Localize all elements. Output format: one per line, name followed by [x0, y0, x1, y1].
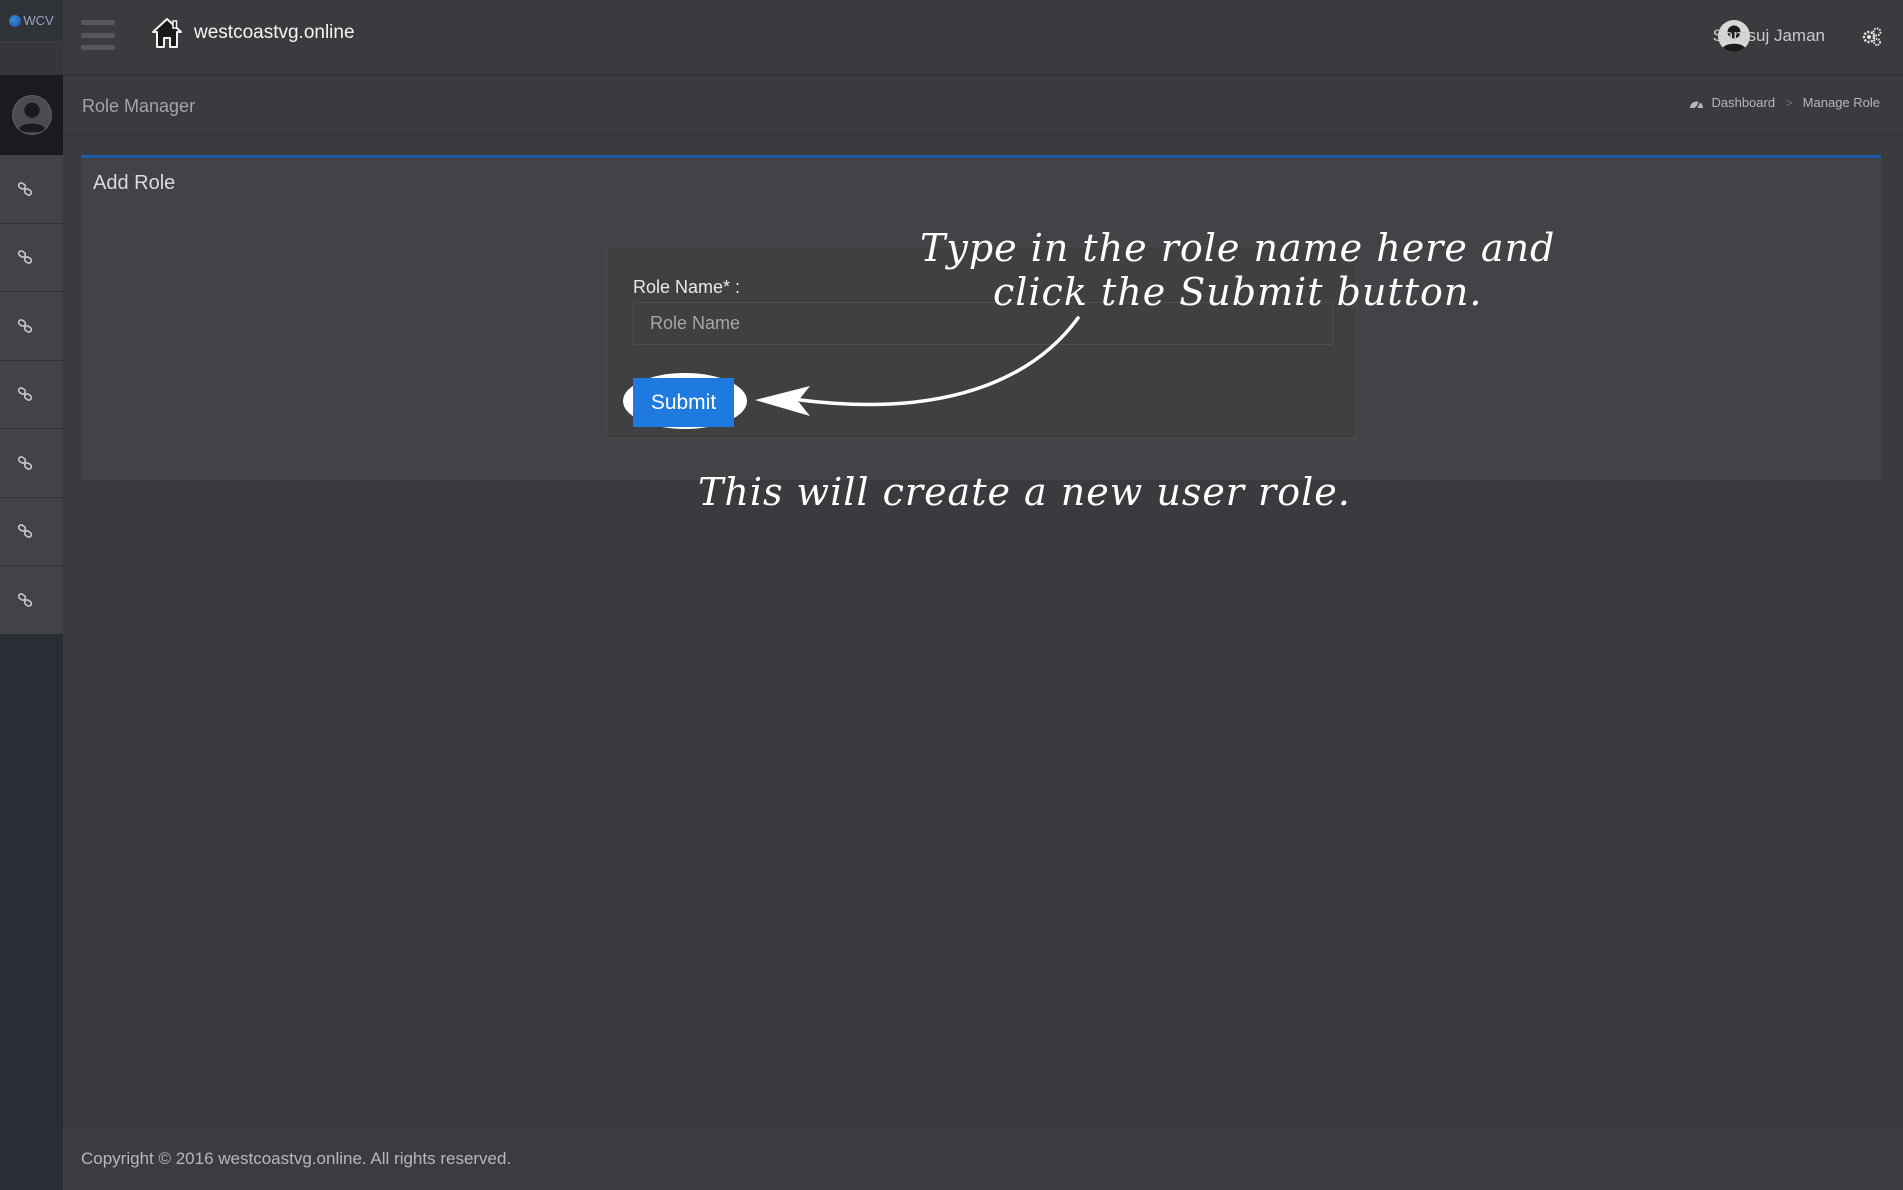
settings-gear-icon[interactable] [1861, 26, 1883, 48]
footer: Copyright © 2016 westcoastvg.online. All… [63, 1126, 1903, 1190]
breadcrumb-manage-role[interactable]: Manage Role [1803, 95, 1880, 110]
annotation-arrow-icon [755, 316, 1080, 416]
home-icon[interactable] [151, 16, 183, 50]
link-icon [17, 524, 33, 539]
role-name-label: Role Name* : [633, 277, 741, 297]
link-icon [17, 181, 33, 196]
breadcrumb: Dashboard > Manage Role [1689, 95, 1880, 110]
link-icon [17, 250, 33, 265]
link-icon [17, 318, 33, 333]
sidebar-item-4[interactable] [0, 360, 63, 429]
user-name[interactable]: Samsuj Jaman [1713, 26, 1825, 46]
sidebar-item-1[interactable] [0, 155, 63, 224]
panel-title: Add Role [93, 172, 176, 194]
page-header: Role Manager Dashboard > Manage Role [63, 76, 1903, 136]
breadcrumb-dashboard[interactable]: Dashboard [1689, 95, 1775, 110]
sidebar: WCV [0, 0, 63, 1190]
site-title[interactable]: westcoastvg.online [194, 22, 355, 44]
sidebar-avatar [0, 75, 63, 155]
logo[interactable]: WCV [0, 0, 63, 42]
breadcrumb-separator: > [1785, 95, 1793, 110]
sidebar-item-7[interactable] [0, 566, 63, 635]
submit-button[interactable]: Submit [633, 378, 734, 427]
copyright-text: Copyright © 2016 westcoastvg.online. All… [81, 1149, 512, 1168]
sidebar-item-6[interactable] [0, 497, 63, 566]
breadcrumb-dashboard-label: Dashboard [1711, 95, 1776, 110]
link-icon [17, 387, 33, 402]
annotation-line-1: Type in the role name here and [920, 226, 1556, 270]
link-icon [17, 592, 33, 607]
topbar: westcoastvg.online Samsuj Jaman [63, 0, 1903, 75]
sidebar-item-2[interactable] [0, 223, 63, 292]
dashboard-icon [1690, 101, 1704, 109]
menu-toggle-icon[interactable] [81, 20, 115, 50]
annotation-note: This will create a new user role. [698, 470, 1351, 514]
globe-icon [9, 14, 22, 27]
user-avatar-icon [11, 95, 52, 135]
logo-text: WCV [23, 13, 54, 28]
sidebar-item-5[interactable] [0, 429, 63, 498]
sidebar-nav [0, 155, 63, 635]
link-icon [17, 455, 33, 470]
page-title: Role Manager [82, 96, 196, 116]
sidebar-item-3[interactable] [0, 292, 63, 361]
